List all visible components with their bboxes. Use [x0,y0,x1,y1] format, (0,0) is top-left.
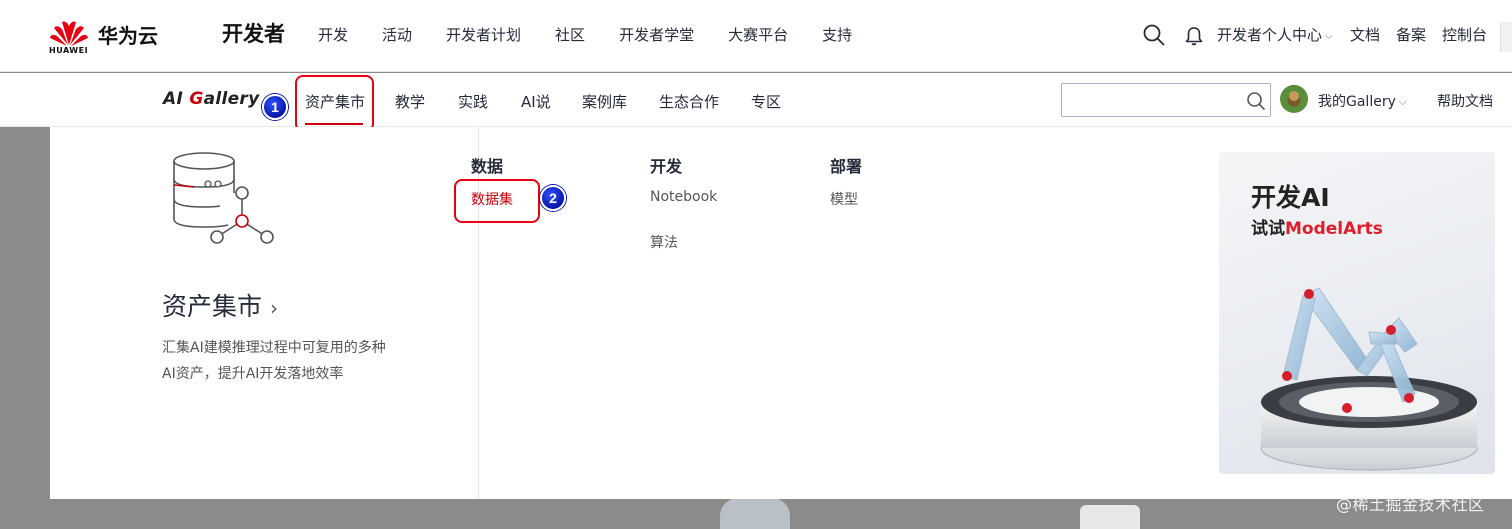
dropdown-title[interactable]: 资产集市 › [162,287,278,323]
modelarts-illustration [1260,287,1478,471]
personal-center-menu[interactable]: 开发者个人中心 ⌵ [1217,24,1333,45]
menu-item-notebook[interactable]: Notebook [650,189,717,205]
column-heading-data: 数据 [471,157,504,176]
top-nav-community[interactable]: 社区 [555,24,585,45]
top-nav-support[interactable]: 支持 [822,24,852,45]
gallery-search[interactable] [1061,83,1271,117]
dropdown-title-text: 资产集市 [162,292,263,321]
chevron-right-icon: › [270,296,279,320]
search-icon[interactable] [1143,24,1165,46]
chevron-down-icon: ⌵ [1398,97,1407,108]
chevron-down-icon: ⌵ [1325,31,1333,42]
gallery-search-input[interactable] [1070,85,1250,115]
ai-gallery-header: AI Gallery 资产集市 教学 实践 AI说 案例库 生态合作 专区 1 … [0,73,1512,132]
huawei-logo-text: HUAWEI [49,46,89,55]
my-gallery-menu[interactable]: 我的Gallery ⌵ [1318,91,1406,111]
step-badge-2: 2 [540,185,566,211]
column-heading-deploy: 部署 [830,157,863,176]
developer-title[interactable]: 开发者 [222,18,285,48]
tab-case-library[interactable]: 案例库 [582,91,627,112]
column-heading-develop: 开发 [650,157,683,176]
avatar[interactable] [1280,85,1308,113]
top-nav: 开发 活动 开发者计划 社区 开发者学堂 大赛平台 支持 [318,24,886,45]
top-header: HUAWEI 华为云 开发者 开发 活动 开发者计划 社区 开发者学堂 大赛平台… [0,0,1512,72]
annotation-frame-1 [295,75,374,132]
my-gallery-label: 我的Gallery [1318,94,1396,110]
promo-subtitle-prefix: 试试 [1251,219,1285,239]
watermark: @稀土掘金技术社区 [1336,495,1485,514]
menu-item-models[interactable]: 模型 [830,189,858,209]
top-nav-competition[interactable]: 大赛平台 [728,24,788,45]
tab-ecosystem[interactable]: 生态合作 [659,91,719,112]
tab-zone[interactable]: 专区 [751,91,781,112]
modelarts-promo-card[interactable]: 开发AI 试试ModelArts [1219,152,1495,474]
promo-subtitle-accent: ModelArts [1285,219,1383,239]
database-icon [173,152,274,244]
step-badge-1: 1 [262,94,288,120]
console-link[interactable]: 控制台 [1442,24,1487,45]
tab-teaching[interactable]: 教学 [395,91,425,112]
bell-icon[interactable] [1185,26,1203,46]
ai-gallery-logo[interactable]: AI Gallery [163,89,260,109]
tab-practice[interactable]: 实践 [458,91,488,112]
background-figure [1080,505,1140,529]
brand-name[interactable]: 华为云 [98,20,158,49]
dropdown-description: 汇集AI建模推理过程中可复用的多种AI资产，提升AI开发落地效率 [162,340,386,382]
ai-gallery-logo-accent: G [189,89,204,109]
personal-center-label: 开发者个人中心 [1217,26,1323,44]
promo-title: 开发AI [1251,183,1330,212]
top-nav-develop[interactable]: 开发 [318,24,348,45]
help-docs-link[interactable]: 帮助文档 [1437,91,1493,111]
menu-item-algorithms[interactable]: 算法 [650,232,678,252]
annotation-frame-2 [454,179,540,223]
promo-subtitle: 试试ModelArts [1251,214,1383,239]
top-nav-developer-plan[interactable]: 开发者计划 [446,24,521,45]
tab-ai-talk[interactable]: AI说 [521,91,551,112]
filing-link[interactable]: 备案 [1396,24,1426,45]
asset-market-dropdown: 资产集市 › 汇集AI建模推理过程中可复用的多种AI资产，提升AI开发落地效率 数… [50,127,1512,499]
docs-link[interactable]: 文档 [1350,24,1380,45]
top-nav-activity[interactable]: 活动 [382,24,412,45]
background-figure [720,498,790,529]
side-tab[interactable] [1500,22,1512,52]
top-nav-academy[interactable]: 开发者学堂 [619,24,694,45]
search-icon[interactable] [1246,91,1266,111]
